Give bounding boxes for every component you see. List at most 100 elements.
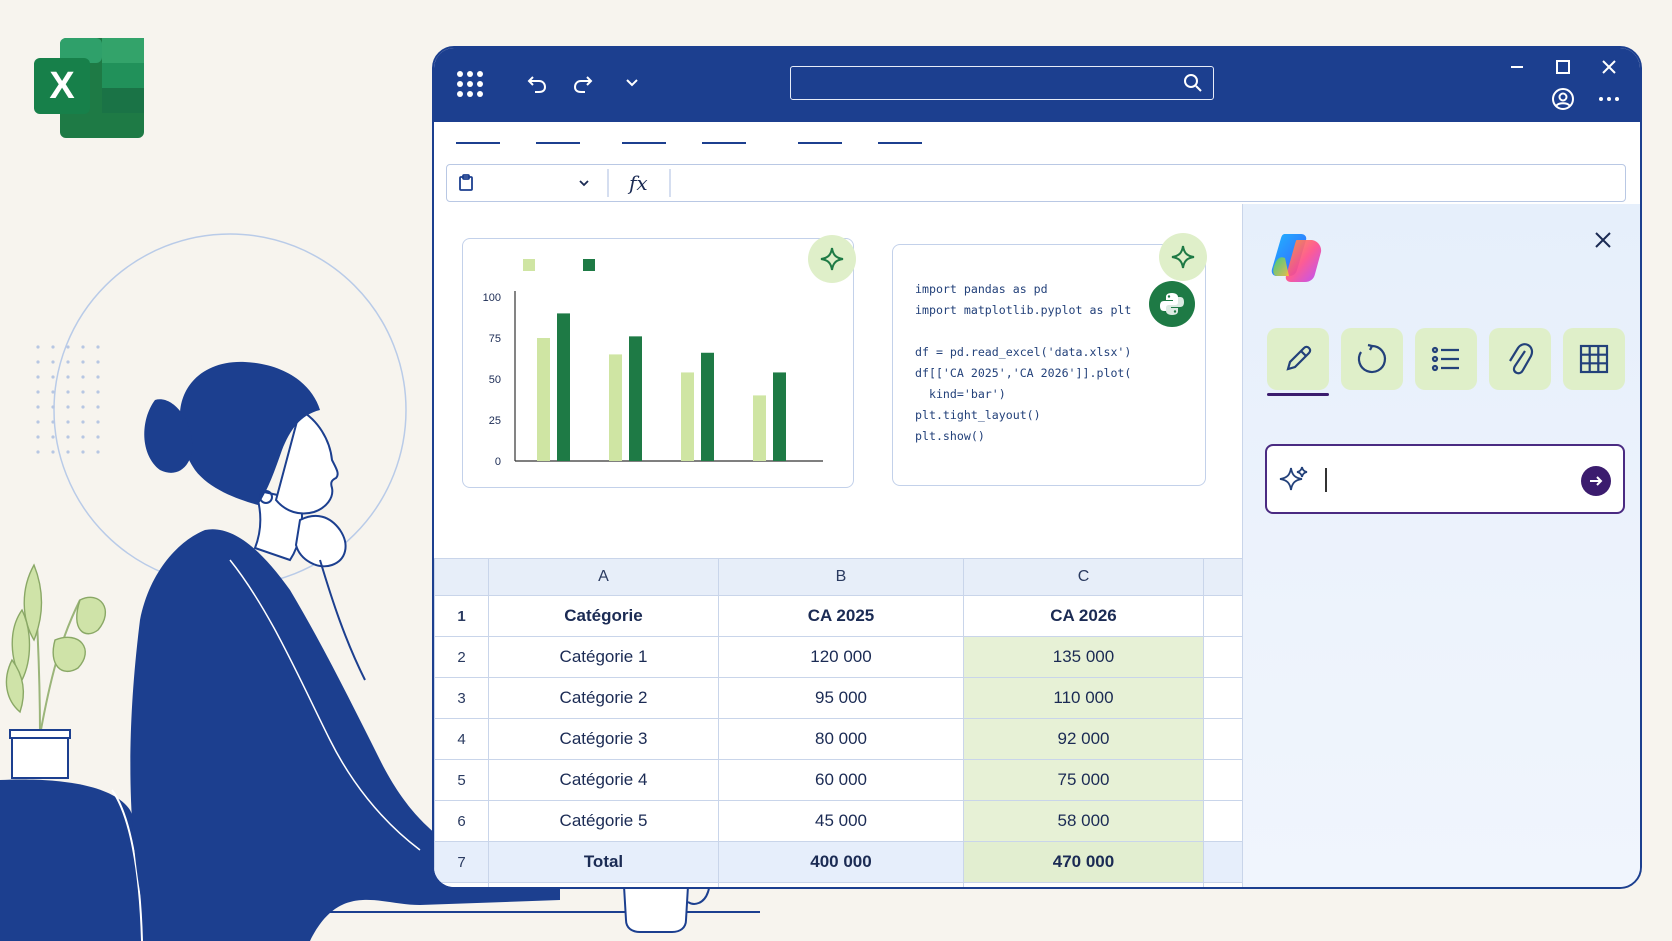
copilot-prompt-box[interactable] bbox=[1265, 444, 1625, 514]
undo-icon[interactable] bbox=[522, 68, 552, 98]
bar bbox=[681, 372, 694, 461]
cell-a8[interactable] bbox=[488, 882, 719, 887]
legend-swatch bbox=[523, 259, 535, 271]
cell-c7[interactable]: 470 000 bbox=[963, 841, 1204, 883]
ribbon-tab-2[interactable] bbox=[536, 142, 580, 144]
copilot-prompt-input[interactable] bbox=[1319, 464, 1569, 494]
app-launcher-icon[interactable] bbox=[454, 68, 486, 100]
bar bbox=[773, 372, 786, 461]
cell-a4[interactable]: Catégorie 3 bbox=[488, 718, 719, 760]
cell-b3[interactable]: 95 000 bbox=[718, 677, 964, 719]
cell-c2[interactable]: 135 000 bbox=[963, 636, 1204, 678]
ai-suggest-badge[interactable] bbox=[808, 235, 856, 283]
row-header[interactable]: 7 bbox=[434, 841, 489, 883]
cell-b8[interactable] bbox=[718, 882, 964, 887]
python-code-card[interactable]: import pandas as pd import matplotlib.py… bbox=[892, 233, 1207, 486]
redo-icon[interactable] bbox=[568, 68, 598, 98]
account-icon[interactable] bbox=[1548, 84, 1578, 114]
refresh-tool-button[interactable] bbox=[1341, 328, 1403, 390]
list-tool-button[interactable] bbox=[1415, 328, 1477, 390]
name-box[interactable] bbox=[483, 173, 583, 193]
cell-b2[interactable]: 120 000 bbox=[718, 636, 964, 678]
cell-b7[interactable]: 400 000 bbox=[718, 841, 964, 883]
row-header[interactable]: 5 bbox=[434, 759, 489, 801]
cell-d5[interactable] bbox=[1203, 759, 1243, 801]
active-tool-indicator bbox=[1267, 393, 1329, 396]
ribbon-tab-5[interactable] bbox=[798, 142, 842, 144]
cell-c1[interactable]: CA 2026 bbox=[963, 595, 1204, 637]
close-icon[interactable] bbox=[1596, 54, 1622, 80]
chart-card[interactable]: 0 25 50 75 100 bbox=[462, 235, 856, 488]
cell-d6[interactable] bbox=[1203, 800, 1243, 842]
clipboard-icon[interactable] bbox=[457, 174, 475, 196]
cell-c5[interactable]: 75 000 bbox=[963, 759, 1204, 801]
attach-tool-button[interactable] bbox=[1489, 328, 1551, 390]
cell-d8[interactable] bbox=[1203, 882, 1243, 887]
row-header[interactable]: 3 bbox=[434, 677, 489, 719]
ribbon-tab-3[interactable] bbox=[622, 142, 666, 144]
table-tool-button[interactable] bbox=[1563, 328, 1625, 390]
sparkle-icon bbox=[1279, 464, 1309, 498]
column-header-d[interactable] bbox=[1203, 558, 1243, 596]
cell-d1[interactable] bbox=[1203, 595, 1243, 637]
cell-d3[interactable] bbox=[1203, 677, 1243, 719]
sparkle-icon bbox=[1171, 245, 1195, 269]
column-header-a[interactable]: A bbox=[488, 558, 719, 596]
cell-a5[interactable]: Catégorie 4 bbox=[488, 759, 719, 801]
select-all-corner[interactable] bbox=[434, 558, 489, 596]
cell-a3[interactable]: Catégorie 2 bbox=[488, 677, 719, 719]
copilot-logo-icon bbox=[1267, 228, 1327, 292]
minimize-icon[interactable] bbox=[1504, 54, 1530, 80]
bar bbox=[557, 313, 570, 461]
cell-c3[interactable]: 110 000 bbox=[963, 677, 1204, 719]
ribbon-tab-1[interactable] bbox=[456, 142, 500, 144]
row-header[interactable]: 4 bbox=[434, 718, 489, 760]
row-header[interactable]: 1 bbox=[434, 595, 489, 637]
cell-a6[interactable]: Catégorie 5 bbox=[488, 800, 719, 842]
cell-a7[interactable]: Total bbox=[488, 841, 719, 883]
function-icon[interactable]: fx bbox=[629, 171, 648, 195]
column-header-row: A B C bbox=[434, 558, 1243, 596]
excel-logo-letter: X bbox=[49, 65, 75, 107]
search-input[interactable] bbox=[791, 67, 1213, 99]
spreadsheet-grid: A B C 1 Catégorie CA 2025 CA 2026 2 Caté… bbox=[434, 558, 1243, 887]
cell-b4[interactable]: 80 000 bbox=[718, 718, 964, 760]
row-header[interactable]: 2 bbox=[434, 636, 489, 678]
maximize-icon[interactable] bbox=[1550, 54, 1576, 80]
draft-tool-button[interactable] bbox=[1267, 328, 1329, 390]
search-icon[interactable] bbox=[1183, 73, 1203, 97]
cell-a2[interactable]: Catégorie 1 bbox=[488, 636, 719, 678]
cell-b5[interactable]: 60 000 bbox=[718, 759, 964, 801]
cell-b1[interactable]: CA 2025 bbox=[718, 595, 964, 637]
cell-d2[interactable] bbox=[1203, 636, 1243, 678]
cell-a1[interactable]: Catégorie bbox=[488, 595, 719, 637]
cell-b6[interactable]: 45 000 bbox=[718, 800, 964, 842]
bar bbox=[701, 352, 714, 461]
python-code: import pandas as pd import matplotlib.py… bbox=[915, 282, 1132, 443]
formula-input[interactable] bbox=[683, 173, 1583, 193]
table-row: 4 Catégorie 3 80 000 92 000 bbox=[434, 718, 1243, 760]
cell-c4[interactable]: 92 000 bbox=[963, 718, 1204, 760]
sheet-area: 0 25 50 75 100 import pandas as pd import ma… bbox=[434, 204, 1243, 887]
ribbon-tab-4[interactable] bbox=[702, 142, 746, 144]
column-header-b[interactable]: B bbox=[718, 558, 964, 596]
search-box[interactable] bbox=[790, 66, 1214, 100]
bar-chart: 0 25 50 75 100 bbox=[483, 259, 823, 468]
chevron-down-icon[interactable] bbox=[620, 70, 644, 94]
send-button[interactable] bbox=[1581, 466, 1611, 496]
name-box-chevron-icon[interactable] bbox=[577, 175, 591, 194]
bar bbox=[537, 338, 550, 461]
column-header-c[interactable]: C bbox=[963, 558, 1204, 596]
ribbon-tab-6[interactable] bbox=[878, 142, 922, 144]
cell-d7[interactable] bbox=[1203, 841, 1243, 883]
cell-d4[interactable] bbox=[1203, 718, 1243, 760]
ai-suggest-badge-code[interactable] bbox=[1159, 233, 1207, 281]
more-icon[interactable] bbox=[1594, 86, 1624, 112]
y-tick-label: 100 bbox=[483, 292, 501, 304]
close-icon[interactable] bbox=[1593, 230, 1613, 254]
y-tick-label: 75 bbox=[489, 333, 501, 345]
cell-c6[interactable]: 58 000 bbox=[963, 800, 1204, 842]
row-header[interactable]: 6 bbox=[434, 800, 489, 842]
excel-logo: X bbox=[34, 38, 144, 138]
cell-c8[interactable] bbox=[963, 882, 1204, 887]
